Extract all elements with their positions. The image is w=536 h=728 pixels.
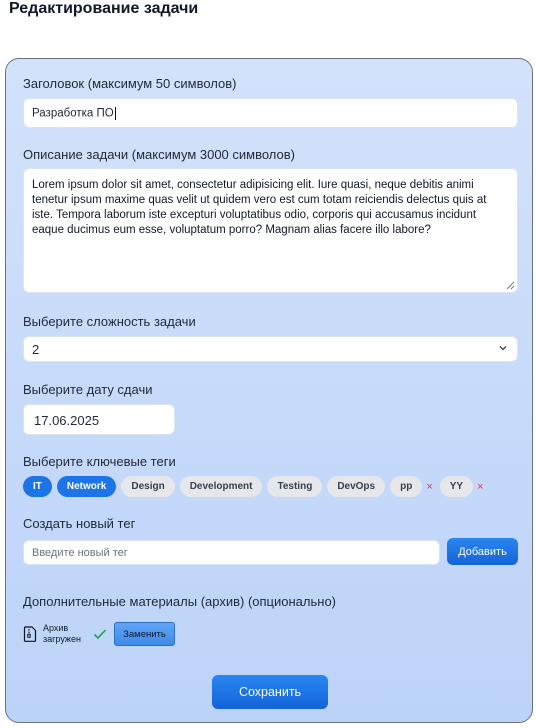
remove-tag-icon[interactable]: × bbox=[477, 481, 483, 493]
due-date-input[interactable]: 17.06.2025 bbox=[23, 404, 175, 435]
title-input-value: Разработка ПО bbox=[32, 107, 114, 120]
remove-tag-icon[interactable]: × bbox=[426, 481, 432, 493]
tags-label: Выберите ключевые теги bbox=[23, 454, 176, 469]
title-input[interactable]: Разработка ПО bbox=[23, 98, 518, 128]
attachments-label: Дополнительные материалы (архив) (опцион… bbox=[23, 594, 336, 609]
chevron-down-icon bbox=[499, 346, 507, 351]
tag-chip[interactable]: Development bbox=[179, 476, 263, 497]
save-button[interactable]: Сохранить bbox=[212, 675, 328, 709]
add-tag-button[interactable]: Добавить bbox=[447, 538, 518, 565]
tag-chip[interactable]: DevOps bbox=[327, 476, 386, 497]
difficulty-value: 2 bbox=[32, 342, 40, 357]
file-status-text: Архив загружен bbox=[43, 623, 81, 644]
description-textarea[interactable]: Lorem ipsum dolor sit amet, consectetur … bbox=[23, 168, 518, 293]
date-label: Выберите дату сдачи bbox=[23, 382, 153, 397]
due-date-value: 17.06.2025 bbox=[34, 413, 100, 428]
new-tag-label: Создать новый тег bbox=[23, 516, 136, 531]
description-text: Lorem ipsum dolor sit amet, consectetur … bbox=[32, 179, 487, 236]
tag-chip[interactable]: Design bbox=[121, 476, 175, 497]
text-caret bbox=[114, 107, 116, 120]
tag-chip[interactable]: Network bbox=[56, 476, 117, 497]
attachment-status: Архив загружен Заменить bbox=[23, 622, 175, 646]
task-edit-form: Заголовок (максимум 50 символов) Разрабо… bbox=[5, 58, 533, 723]
page-title: Редактирование задачи bbox=[9, 0, 199, 17]
archive-file-icon bbox=[23, 626, 37, 642]
title-label: Заголовок (максимум 50 символов) bbox=[23, 76, 237, 91]
description-label: Описание задачи (максимум 3000 символов) bbox=[23, 147, 296, 162]
new-tag-placeholder: Введите новый тег bbox=[32, 547, 128, 559]
tag-chip[interactable]: pp bbox=[390, 476, 423, 497]
resize-handle-icon[interactable] bbox=[506, 281, 515, 290]
tag-chip[interactable]: Testing bbox=[267, 476, 323, 497]
tag-list: IT Network Design Development Testing DevOps p… bbox=[23, 476, 491, 497]
tag-chip[interactable]: YY bbox=[439, 476, 474, 497]
check-icon bbox=[93, 629, 107, 640]
difficulty-select[interactable]: 2 bbox=[23, 336, 518, 362]
replace-file-button[interactable]: Заменить bbox=[114, 622, 175, 646]
difficulty-label: Выберите сложность задачи bbox=[23, 314, 196, 329]
tag-chip[interactable]: IT bbox=[23, 476, 52, 497]
new-tag-input[interactable]: Введите новый тег bbox=[23, 540, 440, 565]
